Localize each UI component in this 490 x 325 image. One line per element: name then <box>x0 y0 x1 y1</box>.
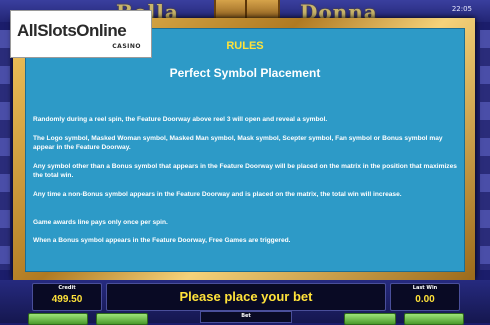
rule-paragraph: Any time a non-Bonus symbol appears in t… <box>33 191 402 198</box>
status-message: Please place your bet <box>179 289 313 304</box>
last-win-display: Last Win 0.00 <box>390 283 460 311</box>
credit-value: 499.50 <box>51 294 83 305</box>
message-display: Please place your bet <box>106 283 386 311</box>
right-control-button[interactable] <box>344 313 396 325</box>
rule-paragraph: The Logo symbol, Masked Woman symbol, Ma… <box>33 135 443 151</box>
rule-paragraph: Any symbol other than a Bonus symbol tha… <box>33 163 457 179</box>
credit-label: Credit <box>58 285 76 291</box>
right-control-button-2[interactable] <box>404 313 464 325</box>
rule-paragraph: When a Bonus symbol appears in the Featu… <box>33 237 291 244</box>
clock: 22:05 <box>451 5 472 13</box>
bet-selector[interactable]: Bet <box>200 311 292 323</box>
game-title-right: Donna <box>300 0 378 24</box>
last-win-label: Last Win <box>412 285 438 291</box>
feature-doorway <box>214 0 280 20</box>
casino-logo: AllSlotsOnline CASINO <box>10 10 152 58</box>
left-control-button[interactable] <box>28 313 88 325</box>
section-title: Perfect Symbol Placement <box>169 66 321 80</box>
credit-display: Credit 499.50 <box>32 283 102 311</box>
last-win-value: 0.00 <box>415 294 435 305</box>
logo-subtext: CASINO <box>112 43 141 50</box>
rule-paragraph: Game awards line pays only once per spin… <box>33 219 168 226</box>
left-control-button-2[interactable] <box>96 313 148 325</box>
rule-paragraph: Randomly during a reel spin, the Feature… <box>33 116 328 123</box>
logo-text: AllSlotsOnline <box>17 21 127 40</box>
